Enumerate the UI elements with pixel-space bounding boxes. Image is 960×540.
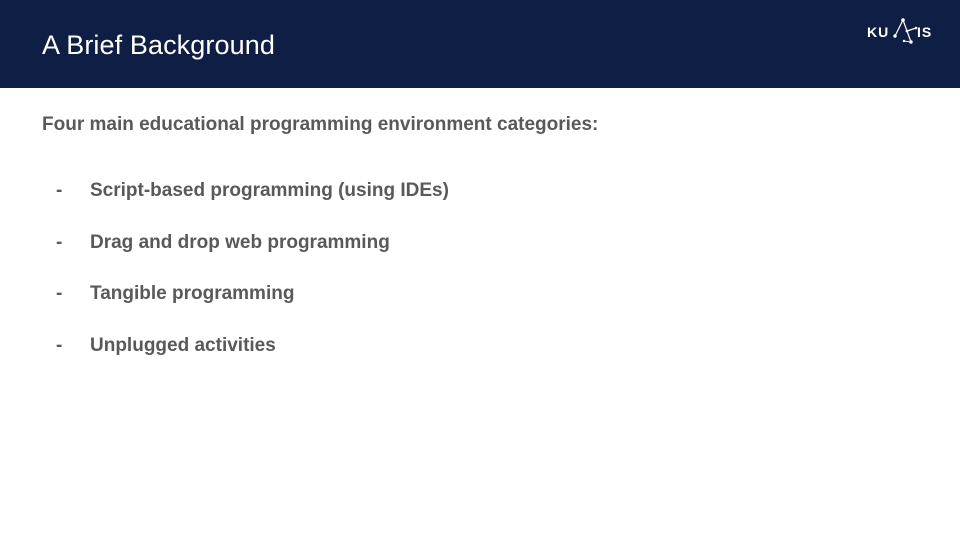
intro-text: Four main educational programming enviro…: [42, 114, 599, 135]
slide-title: A Brief Background: [42, 30, 275, 60]
logo-text-is: IS: [917, 24, 932, 40]
bullet-marker: -: [56, 231, 63, 253]
bullet-text: Unplugged activities: [90, 334, 276, 356]
bullet-marker: -: [56, 334, 63, 356]
bullet-text: Script-based programming (using IDEs): [90, 180, 449, 201]
header-bar: A Brief Background KU IS: [0, 0, 960, 88]
bullet-text: Drag and drop web programming: [90, 231, 390, 253]
bullet-marker: -: [56, 283, 63, 304]
bullet-text: Tangible programming: [90, 283, 295, 304]
constellation-logo-icon: [893, 18, 918, 44]
bullet-marker: -: [56, 180, 63, 201]
slide-content: Four main educational programming enviro…: [42, 114, 922, 356]
slide: A Brief Background KU IS Four main educa…: [0, 0, 960, 540]
logo-text-ku: KU: [867, 24, 889, 40]
kuis-logo-icon: KU IS: [867, 18, 932, 44]
